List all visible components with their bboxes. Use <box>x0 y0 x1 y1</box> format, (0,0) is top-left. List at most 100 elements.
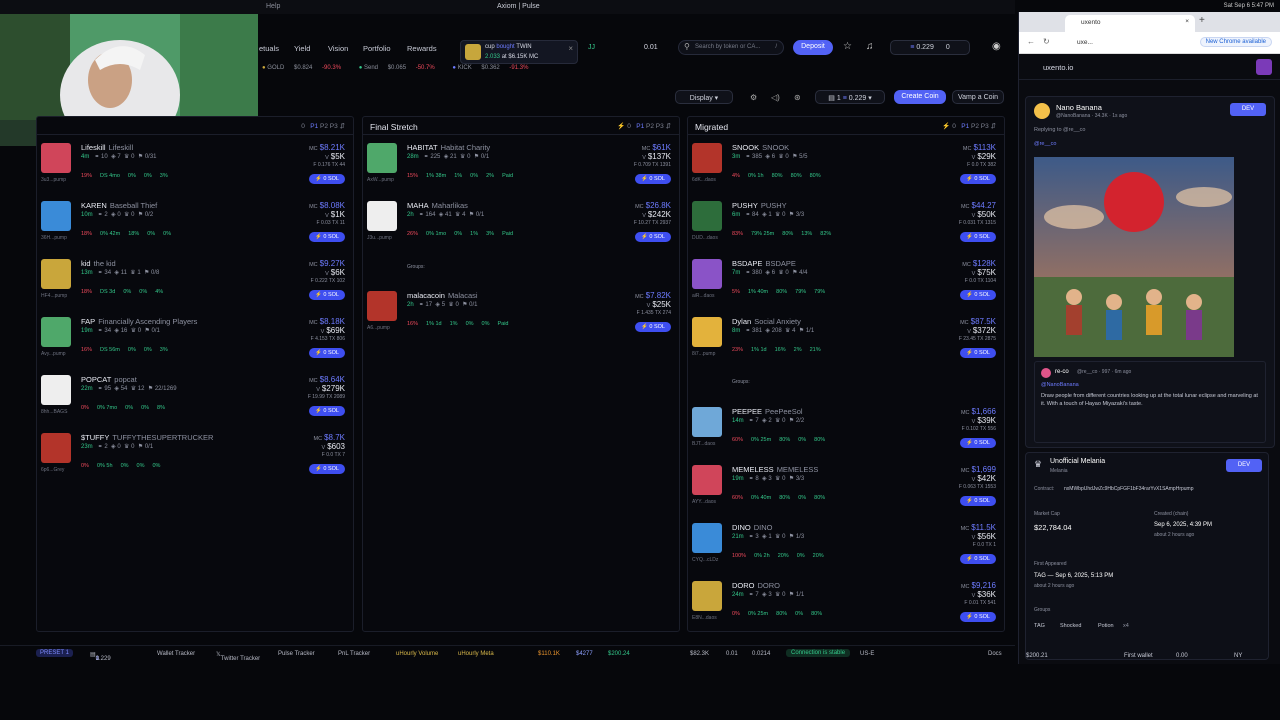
chrome-update-button[interactable]: New Chrome available <box>1199 37 1272 47</box>
token-avatar[interactable] <box>367 143 397 173</box>
quick-buy-button[interactable]: ⚡ 0 SOL <box>960 232 996 242</box>
display-dropdown[interactable]: Display ▾ <box>675 90 733 104</box>
bell-icon[interactable]: ♫ <box>866 41 874 52</box>
token-name[interactable]: KAREN Baseball Thief <box>81 201 157 210</box>
token-card[interactable]: E8N...daos DORO DORO 24m ⚭ 7 ◈ 3 ♛ 0 ⚑ 1/1… <box>692 581 1000 637</box>
filter-icon[interactable]: ⊛ <box>794 93 801 102</box>
token-avatar[interactable] <box>692 523 722 553</box>
token-name[interactable]: MAHA Maharlikas <box>407 201 468 210</box>
token-avatar[interactable] <box>692 317 722 347</box>
quick-buy-button[interactable]: ⚡ 0 SOL <box>960 174 996 184</box>
quick-buy-button[interactable]: ⚡ 0 SOL <box>309 174 345 184</box>
token-name[interactable]: BSDAPE BSDAPE <box>732 259 796 268</box>
token-address[interactable]: DUD...daos <box>692 235 718 241</box>
profile-avatar[interactable] <box>1256 59 1272 75</box>
reply-mention[interactable]: @re__co <box>1034 141 1056 147</box>
token-avatar[interactable] <box>41 143 71 173</box>
quoted-mention[interactable]: @NanoBanana <box>1041 382 1079 388</box>
url-text[interactable]: uxe... <box>1077 39 1093 46</box>
token-address[interactable]: aiR...daos <box>692 293 715 299</box>
token-address[interactable]: BJT...daos <box>692 441 715 447</box>
quick-buy-button[interactable]: ⚡ 0 SOL <box>309 232 345 242</box>
hourly-meta-tab[interactable]: uHourly Meta <box>458 651 494 657</box>
token-card[interactable]: DUD...daos PUSHY PUSHY 6m ⚭ 84 ◈ 1 ♛ 0 ⚑ 3… <box>692 201 1000 257</box>
deposit-button[interactable]: Deposit <box>793 40 833 55</box>
token-avatar[interactable] <box>692 407 722 437</box>
browser-tab[interactable]: uxento × <box>1065 15 1195 32</box>
quick-buy-button[interactable]: ⚡ 0 SOL <box>960 554 996 564</box>
token-name[interactable]: DINO DINO <box>732 523 773 532</box>
token-avatar[interactable] <box>692 581 722 611</box>
nav-link-portfolio[interactable]: Portfolio <box>363 44 391 53</box>
dev-button[interactable]: DEV <box>1230 103 1266 116</box>
quick-buy-button[interactable]: ⚡ 0 SOL <box>635 174 671 184</box>
contract-address[interactable]: nxMWbpUhdJwZc9HbCpFGF1bF34rarYvX1SAmpHrp… <box>1064 486 1194 492</box>
bottom-wallet[interactable]: ▤ 1 ≡ 0.229 <box>90 651 111 662</box>
token-name[interactable]: Lifeskill Lifeskill <box>81 143 133 152</box>
token-address[interactable]: AYY...daos <box>692 499 716 505</box>
token-address[interactable]: E8N...daos <box>692 615 717 621</box>
toolbar-wallet[interactable]: ▤ 1 ≡ 0.229 ▾ <box>815 90 885 104</box>
token-avatar[interactable] <box>41 317 71 347</box>
column-filters[interactable]: ⚡ 0 P1 P2 P3 ⇵ <box>617 122 671 130</box>
token-card[interactable]: 3u3...pump Lifeskill Lifeskill 4m ⚭ 10 ◈ 7… <box>41 143 349 199</box>
token-address[interactable]: A6...pump <box>367 325 390 331</box>
token-avatar[interactable] <box>41 201 71 231</box>
quick-buy-button[interactable]: ⚡ 0 SOL <box>309 348 345 358</box>
twitter-tracker-tab[interactable]: 𝕏 Twitter Tracker <box>216 651 260 662</box>
quick-buy-button[interactable]: ⚡ 0 SOL <box>309 290 345 300</box>
token-avatar[interactable] <box>41 433 71 463</box>
hourly-volume-tab[interactable]: uHourly Volume <box>396 651 438 657</box>
token-avatar[interactable] <box>692 259 722 289</box>
token-card[interactable]: 8hh...BAGS POPCAT popcat 22m ⚭ 95 ◈ 54 ♛ 1… <box>41 375 349 431</box>
search-input[interactable]: ⚲ Search by token or CA... / <box>678 40 784 55</box>
settings-icon[interactable]: ⚙ <box>750 93 757 102</box>
trade-notification[interactable]: cup bought TWIN 2.033 at $6.15K MC × <box>460 40 578 64</box>
quick-buy-button[interactable]: ⚡ 0 SOL <box>635 322 671 332</box>
token-avatar[interactable] <box>692 143 722 173</box>
token-avatar[interactable] <box>692 201 722 231</box>
token-name[interactable]: kid the kid <box>81 259 116 268</box>
group-tag[interactable]: Shocked <box>1060 623 1081 629</box>
wallet-tracker-tab[interactable]: Wallet Tracker <box>157 651 195 657</box>
pulse-tracker-tab[interactable]: Pulse Tracker <box>278 651 315 657</box>
preset-button[interactable]: PRESET 1 <box>36 649 73 657</box>
nav-link-yield[interactable]: Yield <box>294 44 310 53</box>
user-icon[interactable]: ◉ <box>992 41 1001 52</box>
vamp-coin-button[interactable]: Vamp a Coin <box>952 90 1004 104</box>
token-card[interactable]: CYQ...cLDz DINO DINO 21m ⚭ 3 ◈ 1 ♛ 0 ⚑ 1/3… <box>692 523 1000 579</box>
token-address[interactable]: 6p6...Grey <box>41 467 64 473</box>
dev-button[interactable]: DEV <box>1226 459 1262 472</box>
quick-buy-button[interactable]: ⚡ 0 SOL <box>960 348 996 358</box>
quick-buy-button[interactable]: ⚡ 0 SOL <box>960 612 996 622</box>
token-address[interactable]: CYQ...cLDz <box>692 557 718 563</box>
token-avatar[interactable] <box>367 291 397 321</box>
group-tag[interactable]: Potion <box>1098 623 1114 629</box>
token-card[interactable]: Avy...pump FAP Financially Ascending Play… <box>41 317 349 373</box>
token-name[interactable]: FAP Financially Ascending Players <box>81 317 197 326</box>
token-address[interactable]: 3u3...pump <box>41 177 66 183</box>
token-name[interactable]: $TUFFY TUFFYTHESUPERTRUCKER <box>81 433 213 442</box>
token-card[interactable]: 8i7...pump Dylan Social Anxiety 8m ⚭ 381 ◈… <box>692 317 1000 373</box>
token-avatar[interactable] <box>41 259 71 289</box>
token-card[interactable]: HF4...pump kid the kid 13m ⚭ 34 ◈ 11 ♛ 1 ⚑… <box>41 259 349 315</box>
token-name[interactable]: PEEPEE PeePeeSol <box>732 407 803 416</box>
quoted-tweet[interactable]: re-co @re__co · 997 · 6m ago @NanoBanana… <box>1034 361 1266 443</box>
close-icon[interactable]: × <box>1185 18 1189 25</box>
token-address[interactable]: 6dK...daos <box>692 177 716 183</box>
star-icon[interactable]: ☆ <box>843 41 852 52</box>
nav-link-perpetuals[interactable]: etuals <box>259 44 279 53</box>
token-card[interactable]: J3u...pump MAHA Maharlikas 2h ⚭ 164 ◈ 41 ♛… <box>367 201 675 257</box>
token-card[interactable]: A6...pump malacacoin Malacasi 2h ⚭ 17 ◈ 5 … <box>367 291 675 347</box>
footer-wallet[interactable]: First wallet <box>1124 653 1153 659</box>
token-avatar[interactable] <box>41 375 71 405</box>
quick-buy-button[interactable]: ⚡ 0 SOL <box>960 438 996 448</box>
quick-buy-button[interactable]: ⚡ 0 SOL <box>309 406 345 416</box>
group-tag[interactable]: TAG <box>1034 623 1045 629</box>
wallet-button[interactable]: ≡ 0.229 0 <box>890 40 970 55</box>
token-name[interactable]: malacacoin Malacasi <box>407 291 478 300</box>
volume-icon[interactable]: ◁) <box>771 93 780 102</box>
token-card[interactable]: BJT...daos PEEPEE PeePeeSol 14m ⚭ 7 ◈ 2 ♛ … <box>692 407 1000 463</box>
reload-icon[interactable]: ↻ <box>1043 37 1050 46</box>
token-name[interactable]: MEMELESS MEMELESS <box>732 465 818 474</box>
